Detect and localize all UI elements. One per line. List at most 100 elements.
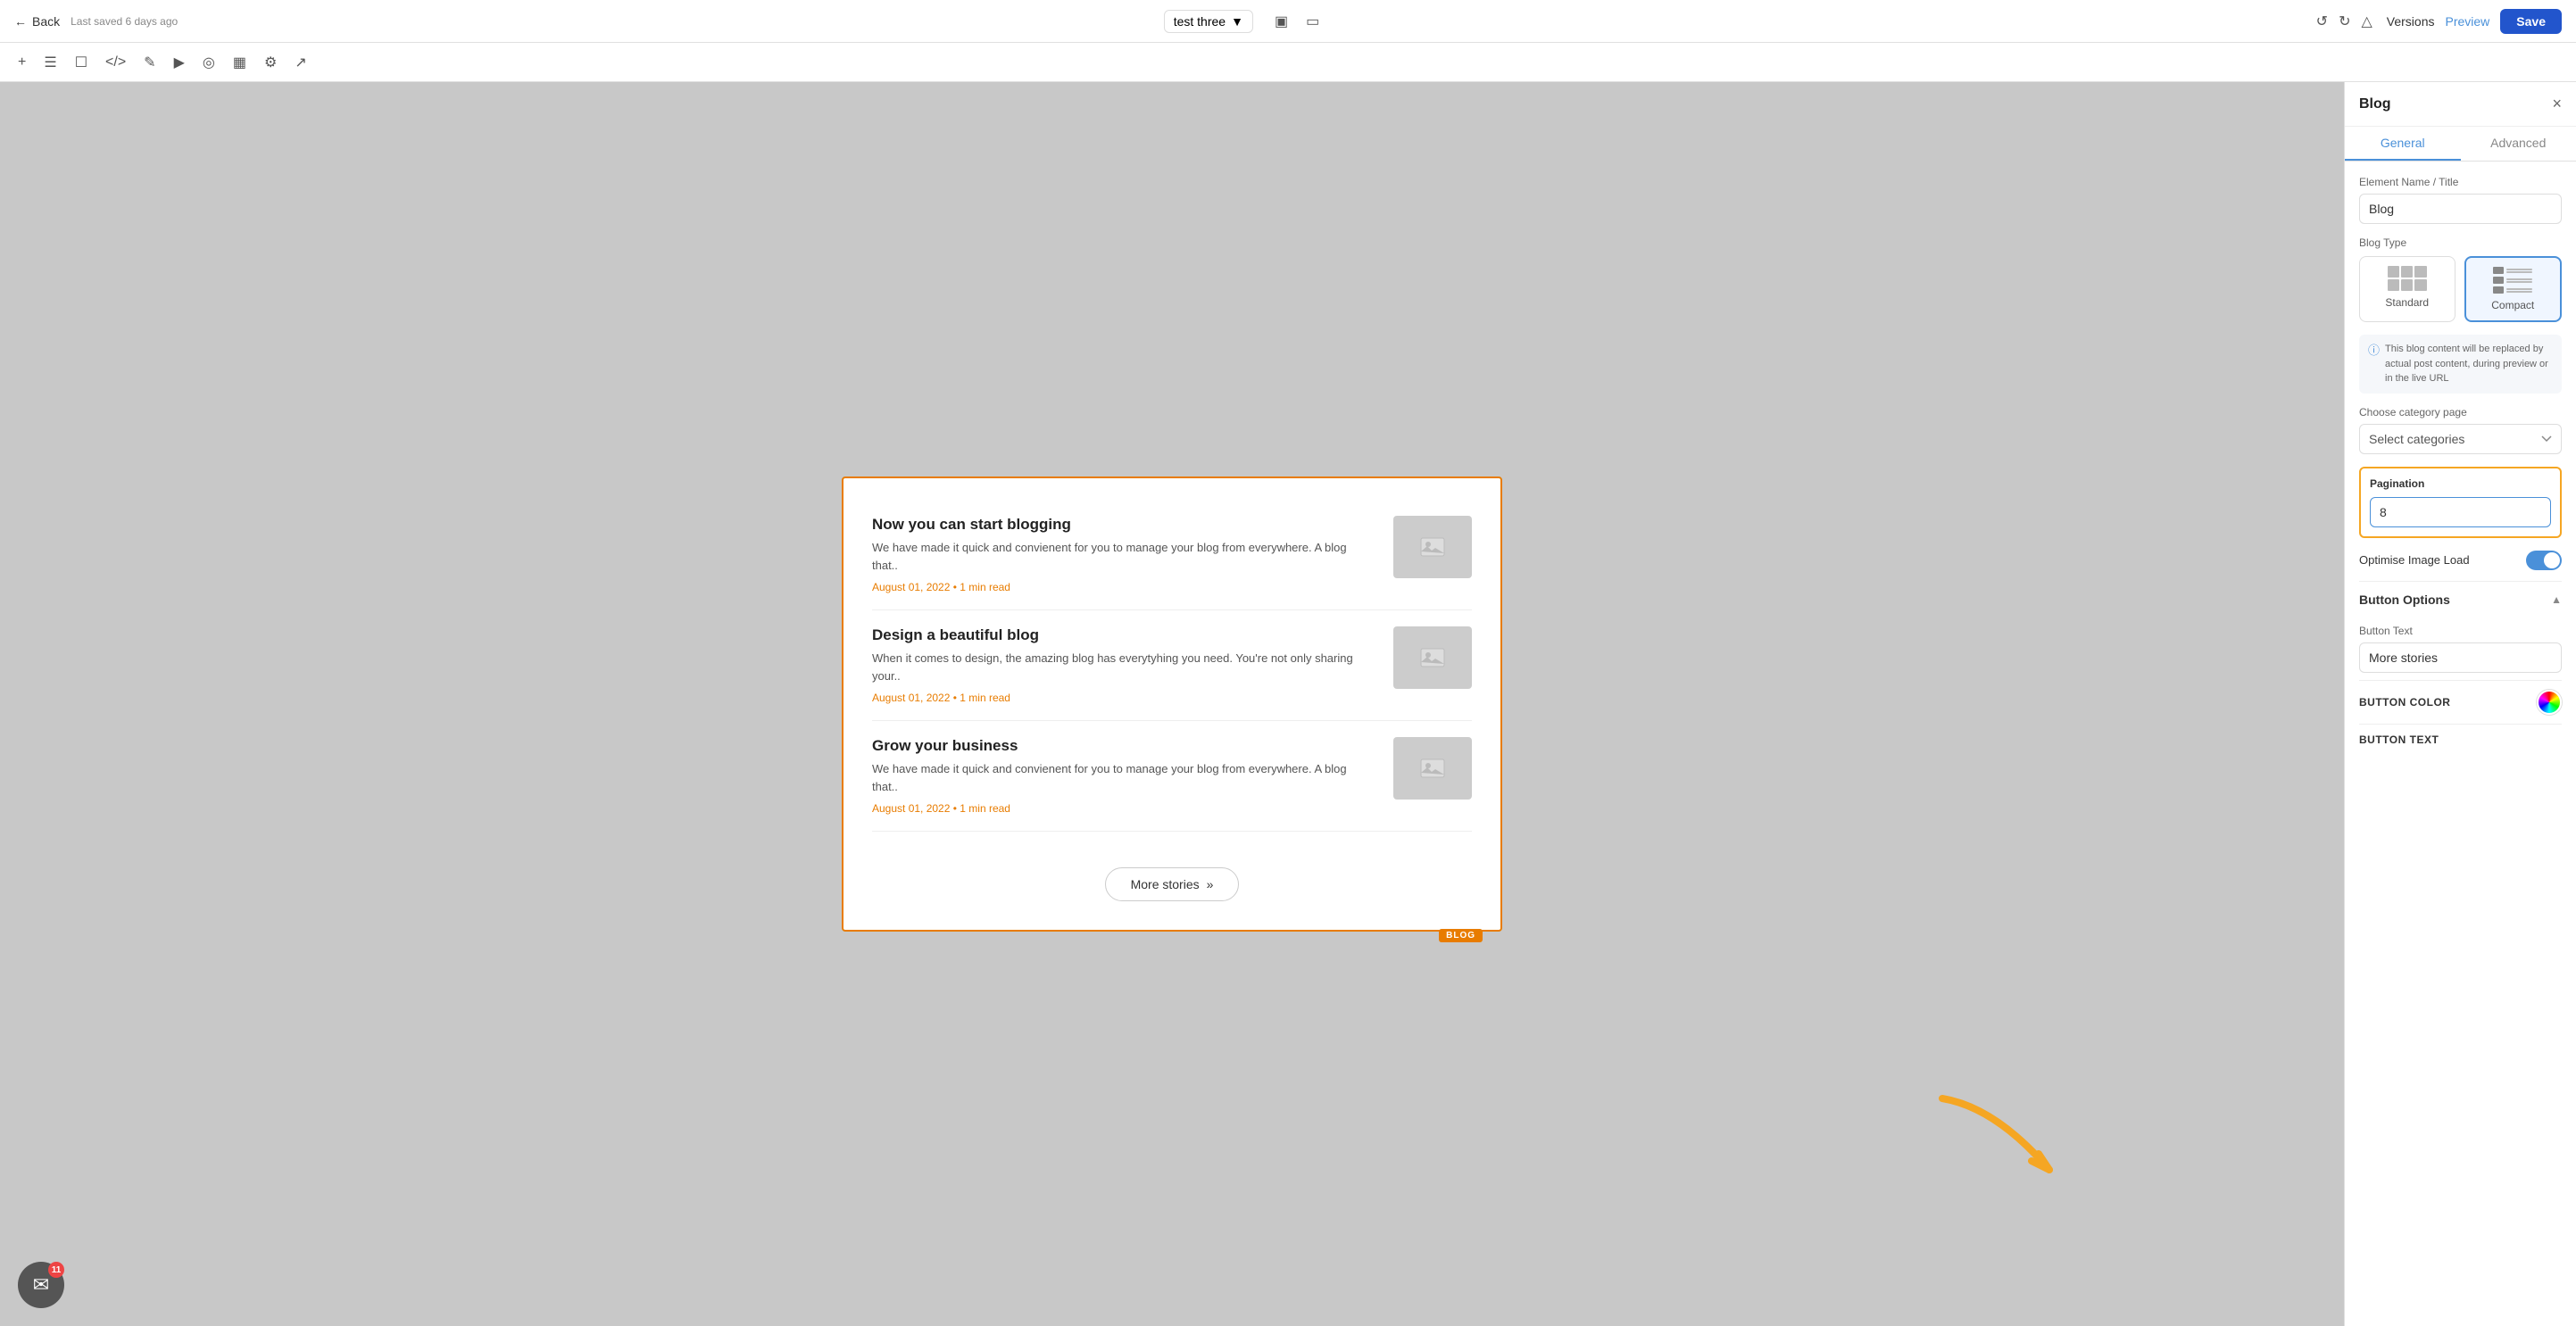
back-label: Back (32, 14, 60, 29)
button-text-section-row: BUTTON TEXT (2359, 724, 2562, 755)
post-excerpt-3: We have made it quick and convienent for… (872, 760, 1372, 795)
project-name: test three (1174, 14, 1226, 29)
chat-badge[interactable]: ✉ 11 (18, 1262, 64, 1308)
toolbar-left: ← Back Last saved 6 days ago (14, 14, 178, 29)
panel-tabs: General Advanced (2345, 127, 2576, 162)
panel-body: Element Name / Title Blog Type Standard (2345, 162, 2576, 1326)
toolbar-right: ↺ ↻ △ Versions Preview Save (2313, 9, 2562, 34)
close-panel-button[interactable]: × (2552, 95, 2562, 113)
button-text-input[interactable] (2359, 642, 2562, 673)
optimise-image-toggle[interactable] (2526, 551, 2562, 570)
button-color-label: BUTTON COLOR (2359, 696, 2450, 709)
info-icon: ⓘ (2368, 342, 2380, 386)
add-element-button[interactable]: + (14, 51, 29, 74)
info-box: ⓘ This blog content will be replaced by … (2359, 335, 2562, 394)
post-excerpt-2: When it comes to design, the amazing blo… (872, 650, 1372, 684)
blog-type-options: Standard (2359, 256, 2562, 322)
blog-type-standard[interactable]: Standard (2359, 256, 2456, 322)
undo-button[interactable]: ↺ (2313, 9, 2331, 34)
post-content-3: Grow your business We have made it quick… (872, 737, 1372, 815)
blog-post-2: Design a beautiful blog When it comes to… (872, 610, 1472, 721)
project-selector[interactable]: test three ▼ (1164, 10, 1253, 33)
settings-button[interactable]: ⚙ (261, 50, 280, 75)
button-options-header[interactable]: Button Options ▲ (2359, 581, 2562, 617)
blog-type-compact[interactable]: Compact (2464, 256, 2563, 322)
more-stories-button[interactable]: More stories » (1105, 867, 1240, 901)
right-panel: Blog × General Advanced Element Name / T… (2344, 82, 2576, 1326)
back-arrow-icon: ← (14, 14, 27, 29)
info-text: This blog content will be replaced by ac… (2385, 342, 2553, 386)
blog-badge: BLOG (1439, 929, 1483, 942)
standard-icon (2388, 266, 2427, 291)
tablet-device-button[interactable]: ▭ (1299, 9, 1326, 34)
pagination-section: Pagination (2359, 467, 2562, 538)
post-meta-2: August 01, 2022 • 1 min read (872, 692, 1372, 704)
chevron-up-icon: ▲ (2551, 593, 2562, 606)
main-area: Now you can start blogging We have made … (0, 82, 2576, 1326)
pagination-input[interactable] (2370, 497, 2551, 527)
chat-count: 11 (48, 1262, 64, 1278)
blog-post-3: Grow your business We have made it quick… (872, 721, 1472, 832)
image-placeholder-icon (1420, 537, 1445, 557)
optimise-image-row: Optimise Image Load (2359, 551, 2562, 570)
button-text-section-label: BUTTON TEXT (2359, 733, 2439, 746)
post-title-1: Now you can start blogging (872, 516, 1372, 534)
compact-icon (2493, 267, 2532, 294)
saved-text: Last saved 6 days ago (71, 15, 178, 28)
post-meta-3: August 01, 2022 • 1 min read (872, 802, 1372, 815)
chat-icon: ✉ (33, 1273, 49, 1297)
post-title-2: Design a beautiful blog (872, 626, 1372, 644)
post-meta-1: August 01, 2022 • 1 min read (872, 581, 1372, 593)
panel-title: Blog (2359, 96, 2391, 112)
button-color-picker[interactable] (2537, 690, 2562, 715)
code-button[interactable]: </> (102, 51, 129, 74)
tab-advanced[interactable]: Advanced (2461, 127, 2576, 161)
save-button[interactable]: Save (2500, 9, 2562, 34)
category-label: Choose category page (2359, 406, 2562, 419)
optimise-image-label: Optimise Image Load (2359, 553, 2470, 567)
tab-general[interactable]: General (2345, 127, 2461, 161)
button-text-label: Button Text (2359, 625, 2562, 637)
post-excerpt-1: We have made it quick and convienent for… (872, 539, 1372, 574)
blog-widget[interactable]: Now you can start blogging We have made … (842, 477, 1502, 932)
element-name-label: Element Name / Title (2359, 176, 2562, 188)
chevron-right-icon: » (1207, 877, 1214, 891)
second-toolbar: + ☰ ☐ </> ✎ ▶ ◎ ▦ ⚙ ↗ (0, 43, 2576, 82)
pagination-label: Pagination (2370, 477, 2551, 490)
post-content-2: Design a beautiful blog When it comes to… (872, 626, 1372, 704)
compact-label: Compact (2491, 299, 2534, 311)
post-image-2 (1393, 626, 1472, 689)
post-title-3: Grow your business (872, 737, 1372, 755)
panel-header: Blog × (2345, 82, 2576, 127)
layout-button[interactable]: ▦ (229, 50, 250, 75)
toolbar-center: test three ▼ ▣ ▭ (1164, 9, 1326, 34)
post-image-1 (1393, 516, 1472, 578)
blog-type-label: Blog Type (2359, 236, 2562, 249)
more-stories-label: More stories (1131, 877, 1200, 891)
back-button[interactable]: ← Back (14, 14, 60, 29)
button-color-row: BUTTON COLOR (2359, 680, 2562, 724)
apps-button[interactable]: ◎ (199, 50, 219, 75)
style-button[interactable]: ✎ (140, 50, 159, 75)
desktop-device-button[interactable]: ▣ (1267, 9, 1295, 34)
preview-button[interactable]: Preview (2446, 14, 2490, 29)
media-button[interactable]: ▶ (170, 50, 188, 75)
versions-button[interactable]: Versions (2387, 14, 2435, 29)
image-placeholder-icon (1420, 758, 1445, 778)
layers-button[interactable]: ☰ (40, 50, 60, 75)
device-buttons: ▣ ▭ (1267, 9, 1326, 34)
canvas[interactable]: Now you can start blogging We have made … (0, 82, 2344, 1326)
image-placeholder-icon (1420, 648, 1445, 667)
annotation-arrow (1924, 1090, 2067, 1201)
category-select[interactable]: Select categories (2359, 424, 2562, 454)
button-text-row: Button Text (2359, 625, 2562, 673)
pages-button[interactable]: ☐ (71, 50, 91, 75)
export-button[interactable]: ↗ (291, 50, 310, 75)
post-image-3 (1393, 737, 1472, 800)
undo-redo: ↺ ↻ △ (2313, 9, 2376, 34)
post-content-1: Now you can start blogging We have made … (872, 516, 1372, 593)
element-name-input[interactable] (2359, 194, 2562, 224)
redo-button[interactable]: ↻ (2335, 9, 2354, 34)
diff-button[interactable]: △ (2357, 9, 2375, 34)
blog-post-1: Now you can start blogging We have made … (872, 500, 1472, 610)
